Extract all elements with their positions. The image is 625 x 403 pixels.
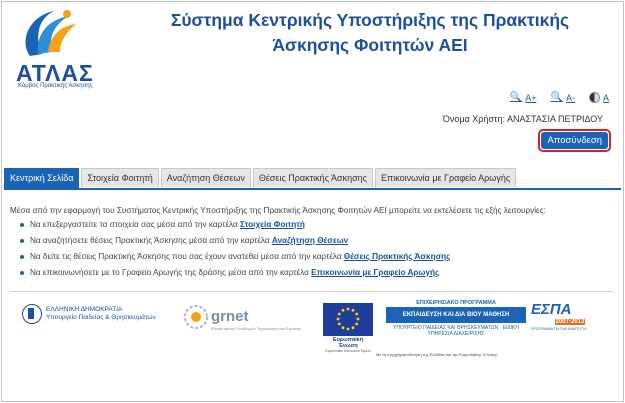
bullet-icon <box>20 223 24 227</box>
cofunding-credit: Με τη συγχρηματοδότηση της Ελλάδας και τ… <box>376 352 498 357</box>
tab-home[interactable]: Κεντρική Σελίδα <box>4 168 80 189</box>
program-line3: ΥΠΟΥΡΓΕΙΟ ΠΑΙΔΕΙΑΣ ΚΑΙ ΘΡΗΣΚΕΥΜΑΤΩΝ · ΕΙ… <box>393 325 519 337</box>
function-list: Να επεξεργαστείτε τα στοιχεία σας μέσα α… <box>10 220 610 277</box>
magnifier-plus-icon: 🔍 <box>509 92 523 103</box>
list-item: Να δείτε τις θέσεις Πρακτικής Άσκησης πο… <box>20 252 610 261</box>
list-item: Να επεξεργαστείτε τα στοιχεία σας μέσα α… <box>20 220 610 229</box>
bullet-icon <box>20 255 24 259</box>
link-internship-positions[interactable]: Θέσεις Πρακτικής Άσκησης <box>344 252 451 261</box>
program-band: ΕΚΠΑΙΔΕΥΣΗ ΚΑΙ ΔΙΑ ΒΙΟΥ ΜΑΘΗΣΗ <box>386 307 526 323</box>
accessibility-tools: 🔍 A+ 🔍 A- A <box>510 92 609 103</box>
espa-tagline: ΠΡΟΓΡΑΜΜΑ ΓΙΑ ΤΗΝ ΑΝΑΠΤΥΞΗ <box>531 327 587 331</box>
intro-text: Μέσα από την εφαρμογή του Συστήματος Κεν… <box>10 206 546 215</box>
greek-emblem-icon <box>22 304 42 324</box>
bullet-icon <box>20 239 24 243</box>
username-value: ΑΝΑΣΤΑΣΙΑ ΠΕΤΡΙΔΟΥ <box>506 114 603 124</box>
username-label: Όνομα Χρήστη: <box>442 114 505 124</box>
operational-program-logo[interactable]: ΕΠΙΧΕΙΡΗΣΙΑΚΟ ΠΡΟΓΡΑΜΜΑ ΕΚΠΑΙΔΕΥΣΗ ΚΑΙ Δ… <box>386 300 526 346</box>
main-tabs: Κεντρική Σελίδα Στοιχεία Φοιτητή Αναζήτη… <box>4 168 621 190</box>
ministry-logo[interactable]: ΕΛΛΗΝΙΚΗ ΔΗΜΟΚΡΑΤΙΑ Υπουργείο Παιδείας &… <box>22 302 167 326</box>
bullet-icon <box>20 271 24 275</box>
link-student-details[interactable]: Στοιχεία Φοιτητή <box>240 220 305 229</box>
list-item-text: Να επεξεργαστείτε τα στοιχεία σας μέσα α… <box>30 220 240 229</box>
tab-student-details[interactable]: Στοιχεία Φοιτητή <box>81 168 159 187</box>
username-display: Όνομα Χρήστη: ΑΝΑΣΤΑΣΙΑ ΠΕΤΡΙΔΟΥ <box>443 114 603 124</box>
site-title-line2: Άσκησης Φοιτητών ΑΕΙ <box>272 35 468 55</box>
link-search-positions[interactable]: Αναζήτηση Θέσεων <box>272 236 348 245</box>
contrast-label: A <box>602 92 609 103</box>
list-item: Να επικοινωνήσετε με το Γραφείο Αρωγής τ… <box>20 268 610 277</box>
tab-contact-helpdesk[interactable]: Επικοινωνία με Γραφείο Αρωγής <box>375 168 517 187</box>
contrast-icon <box>588 92 600 103</box>
site-title: Σύστημα Κεντρικής Υποστήριξης της Πρακτι… <box>120 8 620 58</box>
eu-logo[interactable]: Ευρωπαϊκή Ένωση Ευρωπαϊκό Κοινωνικό Ταμε… <box>323 303 373 353</box>
grnet-logo[interactable]: grnet Εθνικό Δίκτυο Υποδομών Τεχνολογίας… <box>183 304 301 334</box>
program-line1: ΕΠΙΧΕΙΡΗΣΙΑΚΟ ΠΡΟΓΡΑΜΜΑ <box>416 300 496 306</box>
contrast-button[interactable]: A <box>588 92 609 103</box>
increase-font-button[interactable]: 🔍 A+ <box>510 92 537 103</box>
logo-subtitle: Κόμβος Πρακτικής Άσκησης <box>18 83 93 89</box>
eu-subcaption: Ευρωπαϊκό Κοινωνικό Ταμείο <box>325 349 371 353</box>
grnet-mark-icon <box>184 305 208 329</box>
tab-search-positions[interactable]: Αναζήτηση Θέσεων <box>160 168 251 187</box>
home-content: Μέσα από την εφαρμογή του Συστήματος Κεν… <box>10 206 610 284</box>
link-contact-helpdesk[interactable]: Επικοινωνία με Γραφείο Αρωγής <box>311 268 439 277</box>
eu-caption: Ευρωπαϊκή Ένωση <box>332 337 364 349</box>
espa-name: ΕΣΠΑ <box>531 301 572 318</box>
magnifier-minus-icon: 🔍 <box>550 92 563 103</box>
tab-internship-positions[interactable]: Θέσεις Πρακτικής Άσκησης <box>252 168 373 187</box>
grnet-name: grnet <box>211 308 249 325</box>
decrease-font-button[interactable]: 🔍 A- <box>551 92 575 103</box>
atlas-swirl-icon <box>25 10 76 56</box>
ministry-line1: ΕΛΛΗΝΙΚΗ ΔΗΜΟΚΡΑΤΙΑ <box>46 306 123 313</box>
grnet-subtitle: Εθνικό Δίκτυο Υποδομών Τεχνολογίας και Έ… <box>211 326 302 331</box>
list-item: Να αναζητήσετε θέσεις Πρακτικής Άσκησης … <box>20 236 610 245</box>
list-item-text: Να αναζητήσετε θέσεις Πρακτικής Άσκησης … <box>30 236 272 245</box>
eu-flag-icon <box>323 303 373 336</box>
list-item-text: Να δείτε τις θέσεις Πρακτικής Άσκησης πο… <box>30 252 344 261</box>
footer-divider <box>10 291 613 292</box>
espa-years: 2007-2013 <box>555 319 585 325</box>
site-title-line1: Σύστημα Κεντρικής Υποστήριξης της Πρακτι… <box>170 10 570 30</box>
espa-logo[interactable]: ΕΣΠΑ 2007-2013 ΠΡΟΓΡΑΜΜΑ ΓΙΑ ΤΗΝ ΑΝΑΠΤΥΞ… <box>531 302 593 348</box>
logout-button[interactable]: Αποσύνδεση <box>541 132 608 149</box>
ministry-line2: Υπουργείο Παιδείας & Θρησκευμάτων <box>46 314 156 321</box>
decrease-font-label: A- <box>565 92 575 103</box>
logout-highlight: Αποσύνδεση <box>538 129 611 152</box>
increase-font-label: A+ <box>525 92 537 103</box>
ministry-text: ΕΛΛΗΝΙΚΗ ΔΗΜΟΚΡΑΤΙΑ Υπουργείο Παιδείας &… <box>46 306 156 322</box>
list-item-text: Να επικοινωνήσετε με το Γραφείο Αρωγής τ… <box>30 268 312 277</box>
